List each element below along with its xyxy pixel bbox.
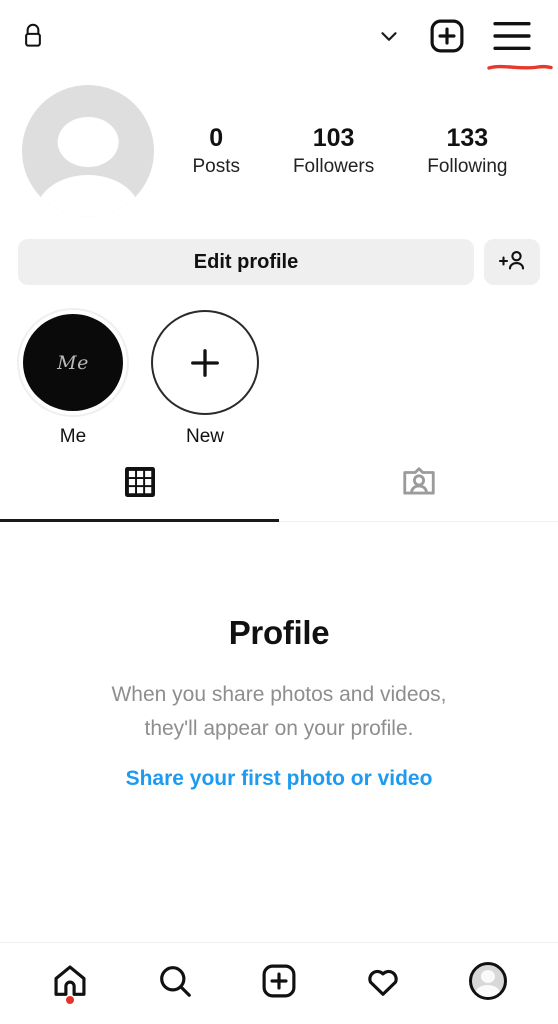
edit-profile-button[interactable]: Edit profile bbox=[18, 239, 474, 285]
stat-following[interactable]: 133 Following bbox=[427, 123, 507, 180]
tagged-icon bbox=[400, 463, 438, 506]
highlight-me-label: Me bbox=[59, 426, 87, 447]
profile-action-row: Edit profile bbox=[0, 222, 558, 288]
home-icon bbox=[54, 964, 86, 996]
nav-item-home[interactable] bbox=[39, 950, 101, 1012]
stat-following-label: Following bbox=[427, 155, 508, 177]
avatar-head-shape bbox=[57, 116, 119, 167]
highlight-new-thumb bbox=[151, 310, 259, 415]
profile-stats: 0 Posts 103 Followers 133 Following bbox=[154, 123, 538, 180]
nav-item-search[interactable] bbox=[144, 950, 206, 1012]
empty-state-line2: they'll appear on your profile. bbox=[144, 716, 414, 740]
tab-tagged[interactable] bbox=[279, 448, 558, 521]
add-person-button[interactable] bbox=[484, 239, 540, 285]
nav-avatar-head-shape bbox=[480, 970, 495, 984]
stat-followers-value: 103 bbox=[312, 123, 355, 152]
highlight-me[interactable]: Me Me bbox=[14, 310, 132, 448]
plus-icon bbox=[191, 348, 219, 377]
heart-icon bbox=[368, 969, 399, 996]
share-first-photo-link[interactable]: Share your first photo or video bbox=[126, 767, 433, 791]
highlight-me-thumb: Me bbox=[19, 310, 127, 415]
empty-state-title: Profile bbox=[228, 614, 330, 651]
header-left-group bbox=[20, 21, 46, 51]
home-notification-dot bbox=[66, 995, 75, 1004]
highlight-new-label: New bbox=[185, 426, 224, 447]
bottom-navigation bbox=[0, 942, 558, 1024]
search-icon bbox=[159, 965, 191, 997]
story-highlights-row: Me Me New bbox=[0, 288, 558, 448]
top-header bbox=[0, 0, 558, 72]
empty-state-line1: When you share photos and videos, bbox=[111, 683, 447, 706]
instagram-profile-screen: 0 Posts 103 Followers 133 Following Edit… bbox=[0, 0, 558, 1024]
header-right-group bbox=[376, 17, 538, 55]
hamburger-menu-icon[interactable] bbox=[492, 19, 532, 53]
profile-summary-row: 0 Posts 103 Followers 133 Following bbox=[0, 72, 558, 222]
stat-following-value: 133 bbox=[446, 123, 489, 152]
avatar-body-shape bbox=[36, 174, 140, 217]
profile-avatar[interactable] bbox=[22, 85, 154, 217]
stat-posts[interactable]: 0 Posts bbox=[192, 123, 240, 180]
grid-icon bbox=[122, 464, 158, 505]
stat-posts-value: 0 bbox=[209, 123, 224, 152]
lock-icon bbox=[20, 21, 46, 51]
nav-item-activity[interactable] bbox=[352, 950, 414, 1012]
nav-item-create[interactable] bbox=[248, 950, 310, 1012]
highlight-new[interactable]: New bbox=[146, 310, 264, 448]
stat-posts-label: Posts bbox=[192, 155, 240, 177]
tab-grid[interactable] bbox=[0, 448, 279, 521]
empty-state-description: When you share photos and videos, they'l… bbox=[111, 678, 446, 745]
chevron-down-icon[interactable] bbox=[376, 23, 402, 49]
add-person-icon bbox=[498, 249, 526, 276]
stat-followers-label: Followers bbox=[292, 155, 375, 177]
active-tab-underline bbox=[0, 519, 279, 522]
stat-followers[interactable]: 103 Followers bbox=[293, 123, 374, 180]
profile-tabs bbox=[0, 448, 558, 522]
red-annotation-underline bbox=[487, 64, 553, 70]
avatar-icon bbox=[468, 961, 507, 1000]
nav-avatar-body-shape bbox=[474, 984, 501, 997]
plus-square-icon bbox=[262, 964, 296, 997]
highlight-me-thumb-text: Me bbox=[57, 351, 89, 374]
empty-state: Profile When you share photos and videos… bbox=[0, 522, 558, 942]
plus-square-icon[interactable] bbox=[428, 17, 466, 55]
nav-item-profile[interactable] bbox=[457, 950, 519, 1012]
